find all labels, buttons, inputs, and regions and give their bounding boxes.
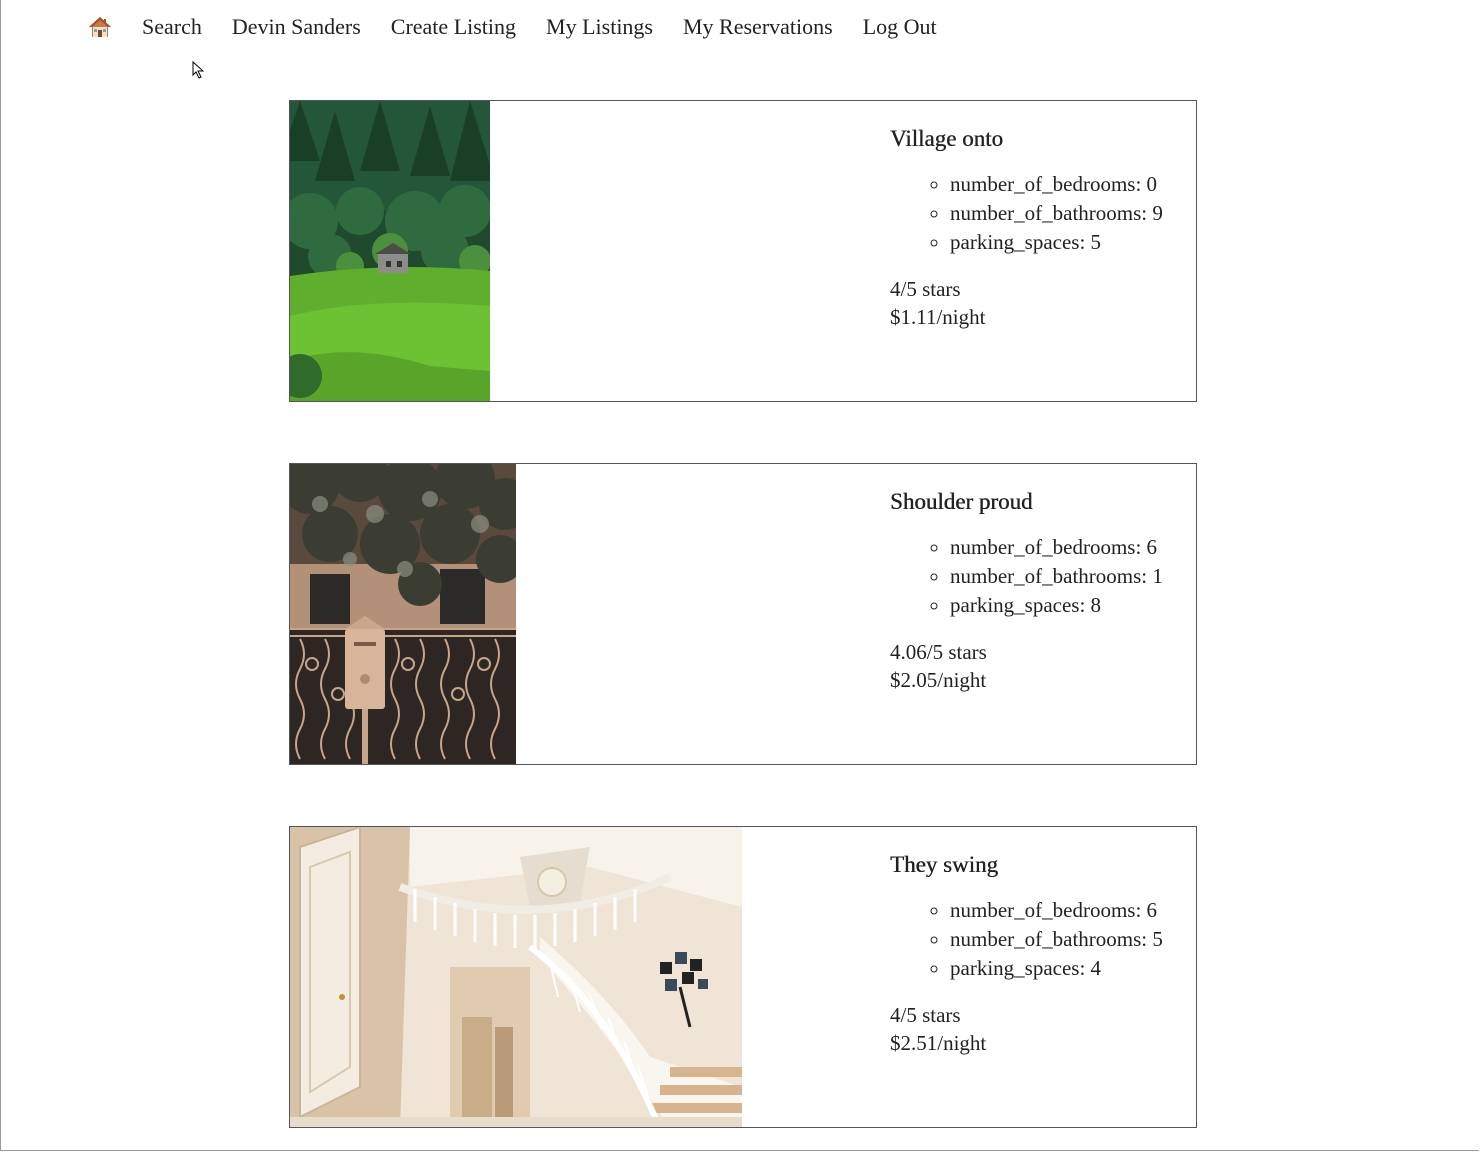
nav-create-listing-link[interactable]: Create Listing bbox=[391, 14, 516, 40]
listing-feature-bathrooms: number_of_bathrooms: 1 bbox=[950, 562, 1163, 591]
nav-my-reservations-link[interactable]: My Reservations bbox=[683, 14, 833, 40]
listing-feature-bedrooms: number_of_bedrooms: 0 bbox=[950, 170, 1163, 199]
nav-logout-link[interactable]: Log Out bbox=[863, 14, 937, 40]
listing-card[interactable]: They swing number_of_bedrooms: 6 number_… bbox=[289, 826, 1197, 1128]
listing-info: Village onto number_of_bedrooms: 0 numbe… bbox=[890, 126, 1163, 331]
listing-features: number_of_bedrooms: 0 number_of_bathroom… bbox=[890, 170, 1163, 257]
listing-feature-bathrooms: number_of_bathrooms: 9 bbox=[950, 199, 1163, 228]
listing-price: $1.11/night bbox=[890, 305, 986, 329]
listing-feature-bedrooms: number_of_bedrooms: 6 bbox=[950, 896, 1163, 925]
listing-feature-bathrooms: number_of_bathrooms: 5 bbox=[950, 925, 1163, 954]
listing-card[interactable]: Village onto number_of_bedrooms: 0 numbe… bbox=[289, 100, 1197, 402]
mouse-cursor-icon bbox=[192, 60, 205, 84]
forest-hillside-cabin-photo bbox=[290, 101, 490, 401]
listing-info: They swing number_of_bedrooms: 6 number_… bbox=[890, 852, 1163, 1057]
listing-title: Shoulder proud bbox=[890, 489, 1033, 514]
nav-search-link[interactable]: Search bbox=[142, 14, 202, 40]
listing-feature-bedrooms: number_of_bedrooms: 6 bbox=[950, 533, 1163, 562]
listing-feature-parking: parking_spaces: 4 bbox=[950, 954, 1163, 983]
listing-feature-parking: parking_spaces: 8 bbox=[950, 591, 1163, 620]
listing-features: number_of_bedrooms: 6 number_of_bathroom… bbox=[890, 533, 1163, 620]
listing-card[interactable]: Shoulder proud number_of_bedrooms: 6 num… bbox=[289, 463, 1197, 765]
listing-feature-parking: parking_spaces: 5 bbox=[950, 228, 1163, 257]
mailbox-iron-gate-photo bbox=[290, 464, 516, 764]
listing-price: $2.05/night bbox=[890, 668, 987, 692]
listing-price: $2.51/night bbox=[890, 1031, 987, 1055]
foyer-staircase-photo bbox=[290, 827, 742, 1127]
listing-rating: 4/5 stars bbox=[890, 277, 961, 301]
listing-title: They swing bbox=[890, 852, 998, 877]
listing-info: Shoulder proud number_of_bedrooms: 6 num… bbox=[890, 489, 1163, 694]
nav-user-link[interactable]: Devin Sanders bbox=[232, 14, 361, 40]
listing-rating: 4.06/5 stars bbox=[890, 640, 987, 664]
listing-features: number_of_bedrooms: 6 number_of_bathroom… bbox=[890, 896, 1163, 983]
listing-title: Village onto bbox=[890, 126, 1003, 151]
nav-my-listings-link[interactable]: My Listings bbox=[546, 14, 653, 40]
house-icon[interactable] bbox=[88, 15, 112, 39]
top-nav: Search Devin Sanders Create Listing My L… bbox=[88, 12, 967, 42]
listing-rating: 4/5 stars bbox=[890, 1003, 961, 1027]
